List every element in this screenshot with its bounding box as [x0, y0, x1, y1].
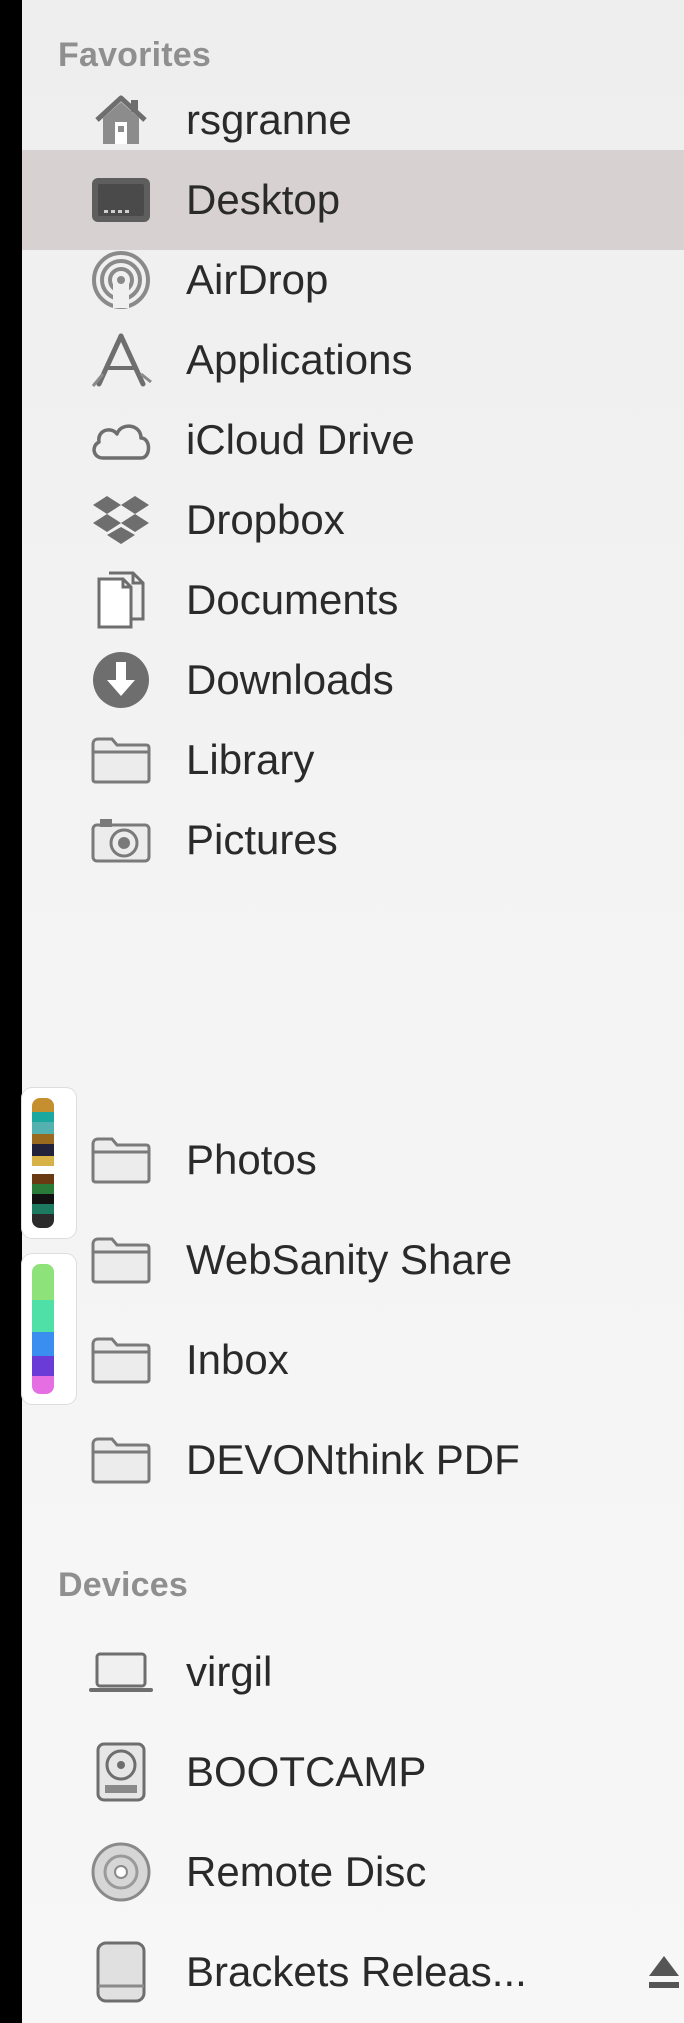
external-disk-icon [89, 1940, 153, 2004]
sidebar-item-websanity-share[interactable]: WebSanity Share [22, 1210, 684, 1310]
sidebar-item-label: Pictures [186, 816, 338, 863]
home-icon [89, 88, 153, 152]
laptop-icon [89, 1640, 153, 1704]
sidebar-item-label: virgil [186, 1648, 273, 1695]
sidebar-item-label: Downloads [186, 656, 394, 703]
downloads-icon [89, 648, 153, 712]
camera-icon [89, 808, 153, 872]
sidebar-item-pictures[interactable]: Pictures [22, 790, 684, 890]
sidebar-item-label: Desktop [186, 176, 341, 223]
desktop-icon [89, 168, 153, 232]
sidebar-item-label: Remote Disc [186, 1848, 427, 1895]
sidebar-item-label: Photos [186, 1136, 317, 1183]
sidebar-item-label: BOOTCAMP [186, 1748, 427, 1795]
sidebar-item-brackets-release[interactable]: Brackets Releas... [22, 1922, 684, 2022]
folder-icon [89, 1128, 153, 1192]
sidebar-item-devonthink-pdf[interactable]: DEVONthink PDF [22, 1410, 684, 1510]
sidebar-item-virgil[interactable]: virgil [22, 1622, 684, 1722]
folder-icon [89, 1428, 153, 1492]
folder-icon [89, 728, 153, 792]
devices-section-title: Devices [58, 1566, 188, 1604]
sidebar-item-label: AirDrop [186, 256, 329, 303]
dropbox-icon [89, 488, 153, 552]
sidebar-item-label: Inbox [186, 1336, 289, 1383]
folder-icon [89, 1328, 153, 1392]
documents-icon [89, 568, 153, 632]
sidebar-item-inbox[interactable]: Inbox [22, 1310, 684, 1410]
sidebar-item-label: iCloud Drive [186, 416, 415, 463]
sidebar-item-label: Brackets Releas... [186, 1948, 527, 1995]
sidebar-item-label: Library [186, 736, 315, 783]
airdrop-icon [89, 248, 153, 312]
eject-icon[interactable] [646, 1950, 682, 1994]
sidebar-item-bootcamp[interactable]: BOOTCAMP [22, 1722, 684, 1822]
sidebar-item-label: rsgranne [186, 96, 352, 143]
folder-icon [89, 1228, 153, 1292]
sidebar-item-label: DEVONthink PDF [186, 1436, 520, 1483]
applications-icon [89, 328, 153, 392]
internal-disk-icon [89, 1740, 153, 1804]
cloud-icon [89, 408, 153, 472]
sidebar-item-label: Documents [186, 576, 399, 623]
sidebar-item-photos[interactable]: Photos [22, 1110, 684, 1210]
sidebar-item-label: Dropbox [186, 496, 345, 543]
sidebar-item-remote-disc[interactable]: Remote Disc [22, 1822, 684, 1922]
sidebar-item-label: WebSanity Share [186, 1236, 513, 1283]
sidebar-item-label: Applications [186, 336, 413, 383]
remote-disc-icon [89, 1840, 153, 1904]
